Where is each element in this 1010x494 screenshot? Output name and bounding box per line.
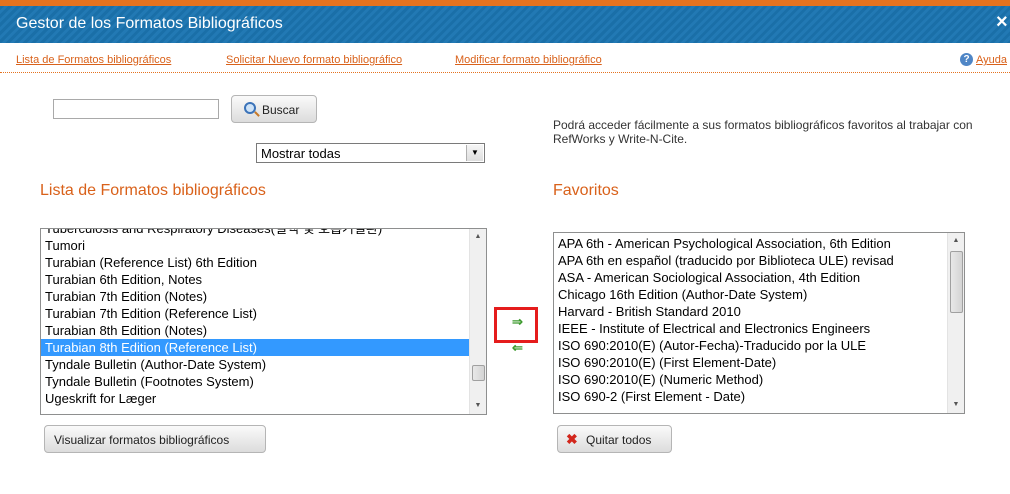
format-list-item[interactable]: Turabian 7th Edition (Reference List) [41, 305, 469, 322]
scroll-down-icon[interactable]: ▼ [949, 398, 963, 412]
search-button-label: Buscar [262, 103, 300, 117]
right-list-scrollbar[interactable]: ▲ ▼ [947, 233, 964, 413]
clear-all-button-label: Quitar todos [586, 433, 652, 447]
format-list-item[interactable]: Turabian 7th Edition (Notes) [41, 288, 469, 305]
link-modify-format[interactable]: Modificar formato bibliográfico [455, 54, 602, 66]
scroll-up-icon[interactable]: ▲ [949, 234, 963, 248]
favorite-list-item[interactable]: IEEE - Institute of Electrical and Elect… [554, 320, 947, 337]
dialog-title: Gestor de los Formatos Bibliográficos [16, 15, 283, 32]
format-listbox[interactable]: ▲ ▼ Tuberculosis and Respiratory Disease… [40, 228, 487, 415]
favorite-list-item[interactable]: ISO 690:2010(E) (Numeric Method) [554, 371, 947, 388]
help-icon[interactable]: ? [960, 53, 973, 66]
chevron-down-icon[interactable]: ▼ [466, 145, 483, 161]
nav-links-bar: Lista de Formatos bibliográficos Solicit… [0, 50, 1010, 73]
search-button[interactable]: Buscar [231, 95, 317, 123]
favorite-list-item[interactable]: ISO 690-2 (First Element - Date) [554, 388, 947, 405]
format-list-heading: Lista de Formatos bibliográficos [40, 182, 266, 199]
clear-all-button[interactable]: ✖ Quitar todos [557, 425, 672, 453]
format-list-item[interactable]: Tyndale Bulletin (Author-Date System) [41, 356, 469, 373]
favorites-info-text: Podrá acceder fácilmente a sus formatos … [553, 118, 973, 146]
arrow-left-icon[interactable]: ⇐ [512, 340, 523, 356]
favorite-list-item[interactable]: ISO 690:2010(E) (Autor-Fecha)-Traducido … [554, 337, 947, 354]
link-request-new-format[interactable]: Solicitar Nuevo formato bibliográfico [226, 54, 402, 66]
view-formats-button[interactable]: Visualizar formatos bibliográficos [44, 425, 266, 453]
left-list-scrollbar[interactable]: ▲ ▼ [469, 229, 486, 414]
dialog-titlebar: Gestor de los Formatos Bibliográficos × [0, 6, 1010, 43]
x-icon: ✖ [566, 431, 578, 447]
favorites-listbox[interactable]: ▲ ▼ APA 6th - American Psychological Ass… [553, 232, 965, 414]
favorites-heading: Favoritos [553, 182, 619, 199]
favorite-list-item[interactable]: Chicago 16th Edition (Author-Date System… [554, 286, 947, 303]
format-list-item[interactable]: Turabian 8th Edition (Reference List) [41, 339, 469, 356]
format-list-item[interactable]: Tyndale Bulletin (Footnotes System) [41, 373, 469, 390]
favorite-list-item[interactable]: APA 6th - American Psychological Associa… [554, 235, 947, 252]
format-list-item[interactable]: Tumori [41, 237, 469, 254]
favorite-list-item[interactable]: ISO 690:2010(E) (First Element-Date) [554, 354, 947, 371]
format-list-item[interactable]: Ugeskrift for Læger [41, 390, 469, 407]
search-input[interactable] [53, 99, 219, 119]
scroll-thumb[interactable] [950, 251, 963, 313]
scroll-down-icon[interactable]: ▼ [471, 399, 485, 413]
format-list-item[interactable]: Turabian (Reference List) 6th Edition [41, 254, 469, 271]
link-help[interactable]: Ayuda [976, 54, 1007, 66]
view-formats-button-label: Visualizar formatos bibliográficos [54, 433, 230, 447]
link-format-list[interactable]: Lista de Formatos bibliográficos [16, 54, 171, 66]
format-list-item[interactable]: Tuberculosis and Respiratory Diseases(결핵… [41, 229, 469, 237]
favorite-list-item[interactable]: Harvard - British Standard 2010 [554, 303, 947, 320]
format-list-item[interactable]: Turabian 8th Edition (Notes) [41, 322, 469, 339]
format-list-item[interactable]: Turabian 6th Edition, Notes [41, 271, 469, 288]
favorite-list-item[interactable]: ASA - American Sociological Association,… [554, 269, 947, 286]
scroll-up-icon[interactable]: ▲ [471, 230, 485, 244]
search-icon [244, 102, 256, 114]
filter-select[interactable]: Mostrar todas ▼ [256, 143, 485, 163]
scroll-thumb[interactable] [472, 365, 485, 381]
arrow-right-icon[interactable]: ⇒ [512, 314, 523, 330]
filter-select-value: Mostrar todas [261, 146, 341, 161]
close-icon[interactable]: × [996, 12, 1008, 32]
favorite-list-item[interactable]: APA 6th en español (traducido por Biblio… [554, 252, 947, 269]
